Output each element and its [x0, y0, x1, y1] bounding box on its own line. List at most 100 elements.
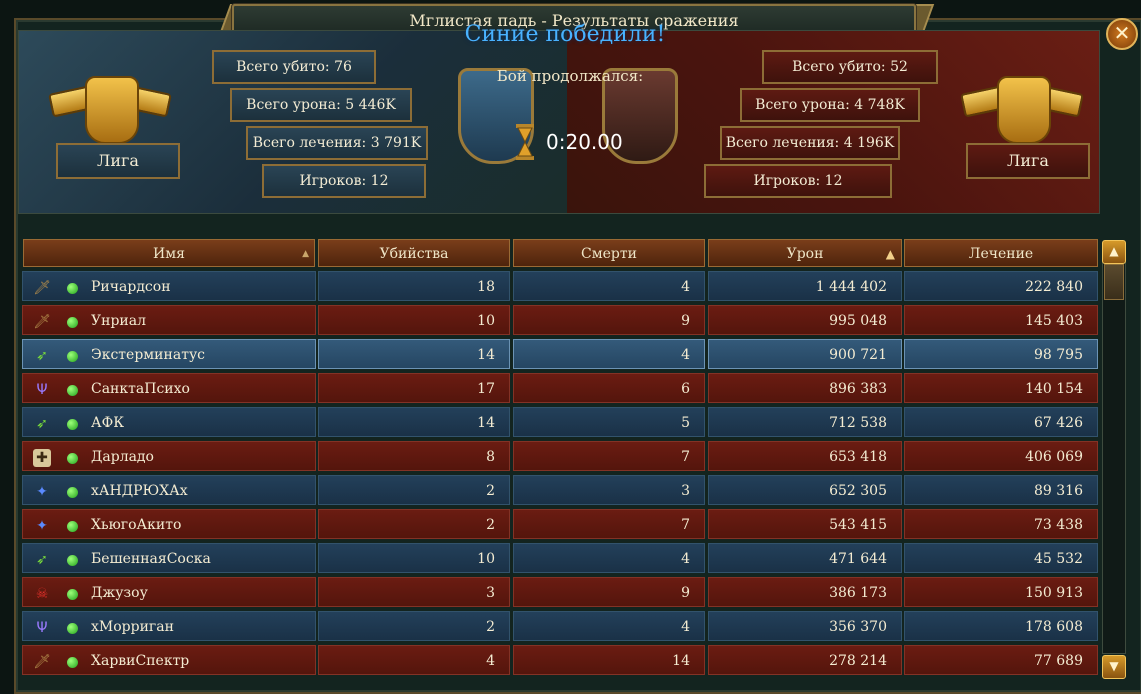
- damage-cell: 1 444 402: [708, 271, 902, 301]
- shield-cross-icon: ✚: [33, 449, 51, 467]
- online-status-icon: [67, 589, 78, 600]
- kills-cell: 18: [318, 271, 510, 301]
- damage-cell: 386 173: [708, 577, 902, 607]
- table-row[interactable]: Ψ СанктаПсихо 17 6 896 383 140 154: [22, 371, 1098, 405]
- healing-cell: 150 913: [904, 577, 1098, 607]
- kills-cell: 10: [318, 543, 510, 573]
- column-header-name-label: Имя: [153, 246, 185, 262]
- red-league-emblem-icon: [960, 66, 1084, 146]
- battle-duration-label: Бой продолжался:: [496, 67, 644, 85]
- table-row[interactable]: ➶ АФК 14 5 712 538 67 426: [22, 405, 1098, 439]
- staff-icon: ✦: [36, 518, 48, 534]
- table-row[interactable]: ☠ Джузоу 3 9 386 173 150 913: [22, 575, 1098, 609]
- deaths-cell: 9: [513, 577, 705, 607]
- online-status-icon: [67, 623, 78, 634]
- scrollbar-thumb[interactable]: [1104, 264, 1124, 300]
- deaths-cell: 9: [513, 305, 705, 335]
- player-name: ХьюгоАкито: [91, 517, 182, 533]
- table-row[interactable]: ✚ Дарладо 8 7 653 418 406 069: [22, 439, 1098, 473]
- player-name: Экстерминатус: [91, 347, 206, 363]
- player-name: СанктаПсихо: [91, 381, 190, 397]
- red-league-label: Лига: [966, 143, 1090, 179]
- online-status-icon: [67, 317, 78, 328]
- table-row[interactable]: ✦ ХьюгоАкито 2 7 543 415 73 438: [22, 507, 1098, 541]
- claw-icon: Ψ: [36, 620, 48, 636]
- scroll-down-button[interactable]: ▼: [1102, 655, 1126, 679]
- column-header-damage-label: Урон: [786, 246, 824, 262]
- column-header-damage[interactable]: Урон ▲: [708, 239, 902, 267]
- online-status-icon: [67, 487, 78, 498]
- healing-cell: 178 608: [904, 611, 1098, 641]
- table-row[interactable]: ✦ хАНДРЮХАх 2 3 652 305 89 316: [22, 473, 1098, 507]
- deaths-cell: 4: [513, 611, 705, 641]
- red-total-kills: Всего убито: 52: [762, 50, 938, 84]
- table-row[interactable]: ΨхМорриган 2 4 356 370 178 608: [22, 609, 1098, 643]
- table-row[interactable]: ➶ Экстерминатус 14 4 900 721 98 795: [22, 337, 1098, 371]
- player-name: АФК: [91, 415, 125, 431]
- skull-icon: ☠: [35, 586, 49, 602]
- battle-duration: 0:20.00: [546, 130, 623, 154]
- deaths-cell: 4: [513, 271, 705, 301]
- table-row[interactable]: ➶ БешеннаяСоска 10 4 471 644 45 532: [22, 541, 1098, 575]
- healing-cell: 98 795: [904, 339, 1098, 369]
- healing-cell: 67 426: [904, 407, 1098, 437]
- player-name-cell: 🗡 Унриал: [22, 305, 316, 335]
- kills-cell: 4: [318, 645, 510, 675]
- player-name-cell: ➶ Экстерминатус: [22, 339, 316, 369]
- red-players-count: Игроков: 12: [704, 164, 892, 198]
- table-scrollbar[interactable]: [1102, 262, 1126, 654]
- online-status-icon: [67, 521, 78, 532]
- column-header-healing[interactable]: Лечение: [904, 239, 1098, 267]
- scroll-up-button[interactable]: ▲: [1102, 240, 1126, 264]
- damage-cell: 543 415: [708, 509, 902, 539]
- arrow-icon: ➶: [36, 416, 48, 432]
- table-row[interactable]: 🗡 ХарвиСпектр 4 14 278 214 77 689: [22, 643, 1098, 677]
- damage-cell: 712 538: [708, 407, 902, 437]
- damage-cell: 278 214: [708, 645, 902, 675]
- deaths-cell: 6: [513, 373, 705, 403]
- results-table: 🗡 Ричардсон 18 4 1 444 402 222 840 🗡 Унриал 10 9 9…: [22, 269, 1098, 677]
- kills-cell: 8: [318, 441, 510, 471]
- column-header-healing-label: Лечение: [968, 246, 1034, 262]
- table-row[interactable]: 🗡 Унриал 10 9 995 048 145 403: [22, 303, 1098, 337]
- player-name-cell: ΨхМорриган: [22, 611, 316, 641]
- kills-cell: 14: [318, 407, 510, 437]
- player-name-cell: ☠ Джузоу: [22, 577, 316, 607]
- player-name: Дарладо: [91, 449, 154, 465]
- damage-cell: 471 644: [708, 543, 902, 573]
- player-name-cell: ➶ АФК: [22, 407, 316, 437]
- arrow-icon: ➶: [36, 348, 48, 364]
- deaths-cell: 4: [513, 543, 705, 573]
- player-name: БешеннаяСоска: [91, 551, 211, 567]
- deaths-cell: 14: [513, 645, 705, 675]
- column-header-deaths-label: Смерти: [581, 246, 637, 262]
- kills-cell: 2: [318, 611, 510, 641]
- claw-icon: Ψ: [36, 382, 48, 398]
- close-button[interactable]: ✕: [1106, 18, 1138, 50]
- table-row[interactable]: 🗡 Ричардсон 18 4 1 444 402 222 840: [22, 269, 1098, 303]
- deaths-cell: 7: [513, 509, 705, 539]
- kills-cell: 3: [318, 577, 510, 607]
- deaths-cell: 4: [513, 339, 705, 369]
- red-total-healing: Всего лечения: 4 196K: [720, 126, 900, 160]
- player-name: хМорриган: [91, 619, 174, 635]
- column-header-name[interactable]: Имя ▲: [23, 239, 315, 267]
- player-name: Унриал: [91, 313, 146, 329]
- kills-cell: 17: [318, 373, 510, 403]
- online-status-icon: [67, 385, 78, 396]
- player-name: ХарвиСпектр: [91, 653, 190, 669]
- online-status-icon: [67, 555, 78, 566]
- player-name: хАНДРЮХАх: [91, 483, 188, 499]
- player-name-cell: ✚ Дарладо: [22, 441, 316, 471]
- player-name-cell: Ψ СанктаПсихо: [22, 373, 316, 403]
- player-name: Ричардсон: [91, 279, 171, 295]
- damage-cell: 653 418: [708, 441, 902, 471]
- blue-total-kills: Всего убито: 76: [212, 50, 376, 84]
- healing-cell: 89 316: [904, 475, 1098, 505]
- sword-icon: 🗡: [33, 280, 51, 296]
- column-header-kills-label: Убийства: [379, 246, 449, 262]
- player-name-cell: ✦ ХьюгоАкито: [22, 509, 316, 539]
- column-header-kills[interactable]: Убийства: [318, 239, 510, 267]
- column-header-deaths[interactable]: Смерти: [513, 239, 705, 267]
- sword-icon: 🗡: [33, 654, 51, 670]
